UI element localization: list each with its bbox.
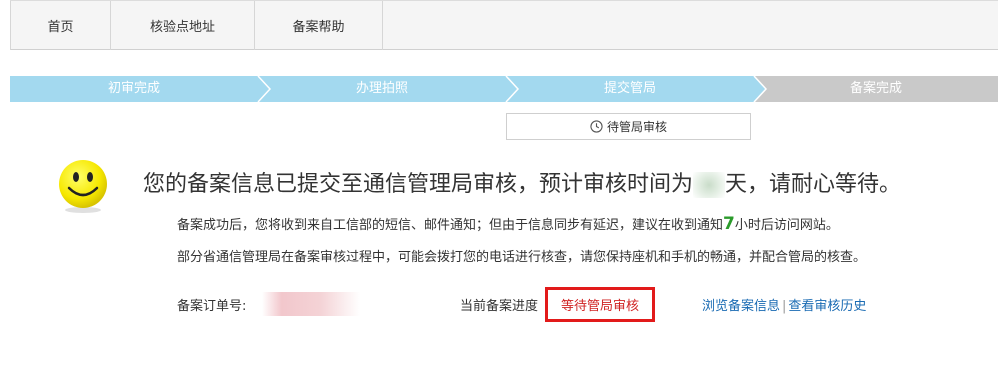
view-review-history-link[interactable]: 查看审核历史	[788, 299, 866, 314]
step-submit-bureau: 提交管局	[603, 81, 656, 96]
notice-line-1-after: 小时后访问网站。	[734, 218, 839, 233]
browse-filing-info-link[interactable]: 浏览备案信息	[702, 299, 780, 314]
notice-line-2: 部分省通信管理局在备案审核过程中，可能会拨打您的电话进行核查，请您保持座机和手机…	[177, 250, 867, 265]
progress-status-highlight: 等待管局审核	[545, 287, 655, 322]
current-status-text: 待管局审核	[606, 120, 667, 134]
link-separator: |	[782, 299, 787, 314]
current-status-tip: 待管局审核	[506, 113, 751, 140]
tab-home[interactable]: 首页	[10, 1, 110, 50]
smiley-icon	[59, 160, 107, 213]
headline: 您的备案信息已提交至通信管理局审核，预计审核时间为 天，请耐心等待。	[143, 166, 901, 198]
tab-filing-help[interactable]: 备案帮助	[254, 1, 383, 50]
step-photo: 办理拍照	[355, 81, 408, 96]
progress-status-text: 等待管局审核	[560, 299, 639, 314]
redacted-days	[693, 172, 726, 198]
step-complete: 备案完成	[849, 81, 902, 96]
notice-hours: 7	[723, 214, 735, 234]
redacted-order-number	[262, 292, 360, 316]
top-nav: 首页 核验点地址 备案帮助	[10, 0, 998, 50]
action-links: 浏览备案信息 | 查看审核历史	[702, 295, 866, 314]
notice-line-1-before: 备案成功后，您将收到来自工信部的短信、邮件通知；但由于信息同步有延迟，建议在收到…	[177, 218, 724, 233]
progress-steps: 初审完成 办理拍照 提交管局 备案完成	[10, 76, 998, 102]
clock-icon	[590, 120, 603, 133]
headline-after: 天，请耐心等待。	[725, 172, 902, 197]
notice-line-1: 备案成功后，您将收到来自工信部的短信、邮件通知；但由于信息同步有延迟，建议在收到…	[177, 214, 839, 234]
progress-label: 当前备案进度	[460, 299, 539, 314]
step-initial-review: 初审完成	[107, 81, 160, 96]
headline-before: 您的备案信息已提交至通信管理局审核，预计审核时间为	[143, 172, 694, 197]
order-number-label: 备案订单号:	[177, 299, 247, 314]
tab-checkpoint-address[interactable]: 核验点地址	[110, 1, 254, 50]
